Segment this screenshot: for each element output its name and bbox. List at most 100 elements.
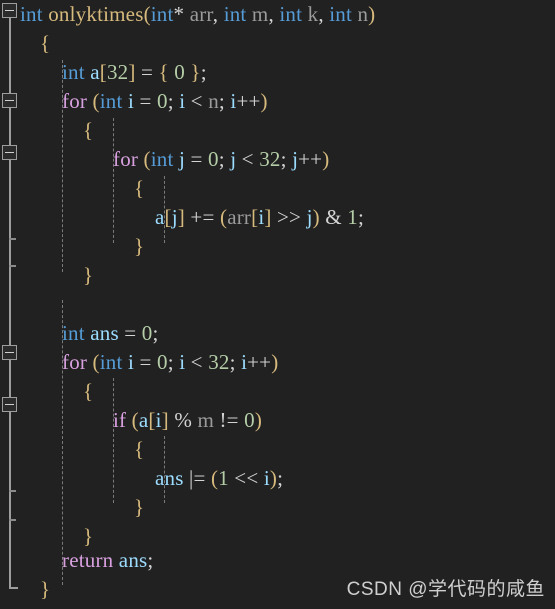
token-param-m: m (197, 408, 215, 432)
code-line-2[interactable]: { (40, 29, 50, 58)
token-number-32: 32 (106, 60, 129, 84)
token-init-brace-open: { (158, 60, 169, 84)
token-param-n: n (352, 2, 369, 26)
token-param-n: n (208, 89, 219, 113)
code-line-13[interactable]: for (int i = 0; i < 32; i++) (62, 348, 278, 377)
token-keyword-for: for (113, 147, 139, 171)
token-number-0: 0 (244, 408, 255, 432)
token-keyword-int: int (150, 147, 174, 171)
code-line-7[interactable]: { (134, 174, 144, 203)
token-keyword-int: int (62, 321, 85, 345)
token-bracket-close: ] (177, 205, 185, 229)
token-var-j: j (173, 147, 186, 171)
token-var-i: i (122, 350, 135, 374)
token-paren-open: ( (138, 147, 151, 171)
token-brace-open-function: { (40, 31, 51, 55)
code-line-20[interactable]: return ans; (62, 546, 153, 575)
token-var-i: i (122, 89, 135, 113)
token-paren-close: ) (312, 205, 320, 229)
token-brace-open-if: { (134, 437, 145, 461)
token-param-k: k (302, 2, 319, 26)
token-paren-close: ) (260, 89, 268, 113)
token-paren-close: ) (322, 147, 330, 171)
token-number-1: 1 (347, 205, 358, 229)
token-function-name: onlyktimes (42, 2, 144, 26)
token-comma-1: , (212, 2, 224, 26)
token-assign: = (185, 147, 208, 171)
token-semicolon: ; (152, 321, 159, 345)
token-number-0: 0 (168, 60, 191, 84)
token-param-arr: arr (184, 2, 213, 26)
token-paren-open: ( (87, 89, 100, 113)
code-line-6[interactable]: for (int j = 0; j < 32; j++) (113, 145, 329, 174)
code-line-16[interactable]: { (134, 435, 144, 464)
code-editor[interactable]: int onlyktimes(int* arr, int m, int k, i… (0, 0, 555, 609)
code-line-1[interactable]: int onlyktimes(int* arr, int m, int k, i… (20, 0, 375, 29)
token-assign: = (135, 60, 159, 84)
token-keyword-int: int (20, 2, 43, 26)
token-paren-open: ( (126, 408, 139, 432)
code-line-9[interactable]: } (134, 232, 144, 261)
token-less-than: < (185, 350, 209, 374)
token-brace-close-for-ans: } (83, 524, 94, 548)
token-semicolon: ; (147, 548, 154, 572)
code-line-4[interactable]: for (int i = 0; i < n; i++) (62, 87, 268, 116)
token-param-arr: arr (227, 205, 252, 229)
token-paren-close: ) (271, 350, 279, 374)
token-keyword-int: int (99, 89, 123, 113)
token-comma-2: , (268, 2, 280, 26)
token-bracket-close: ] (128, 60, 136, 84)
token-brace-close-function: } (40, 577, 51, 601)
token-semicolon-2: ; (218, 89, 231, 113)
token-comma-3: , (318, 2, 330, 26)
token-keyword-for: for (62, 350, 88, 374)
token-assign: = (118, 321, 142, 345)
token-keyword-if: if (113, 408, 127, 432)
code-line-3[interactable]: int a[32] = { 0 }; (62, 58, 207, 87)
token-less-than: < (185, 89, 209, 113)
token-var-a: a (138, 408, 149, 432)
token-keyword-int-2: int (150, 2, 174, 26)
code-line-14[interactable]: { (83, 377, 93, 406)
token-var-ans: ans (155, 466, 184, 490)
code-line-10[interactable]: } (83, 261, 93, 290)
code-line-17[interactable]: ans |= (1 << i); (155, 464, 283, 493)
code-line-12[interactable]: int ans = 0; (62, 319, 159, 348)
token-paren-open: ( (143, 2, 151, 26)
token-number-0: 0 (207, 147, 219, 171)
token-paren-close: ) (254, 408, 263, 432)
token-less-than: < (236, 147, 260, 171)
code-line-15[interactable]: if (a[i] % m != 0) (113, 406, 262, 435)
token-keyword-int: int (62, 60, 85, 84)
token-semicolon: ; (277, 466, 284, 490)
token-var-ans: ans (84, 321, 119, 345)
token-shift-right: >> (271, 205, 307, 229)
token-number-0: 0 (156, 89, 168, 113)
token-number-32: 32 (208, 350, 230, 374)
token-var-ans: ans (113, 548, 148, 572)
token-bracket-close: ] (161, 408, 169, 432)
token-keyword-int: int (99, 350, 123, 374)
token-brace-close-for-outer: } (83, 263, 94, 287)
csdn-watermark: CSDN @学代码的咸鱼 (346, 579, 545, 600)
code-line-5[interactable]: { (83, 116, 93, 145)
token-shift-left: << (228, 466, 264, 490)
token-param-m: m (246, 2, 269, 26)
token-plus-assign: += (184, 205, 220, 229)
token-number-0: 0 (156, 350, 168, 374)
token-or-assign: |= (183, 466, 211, 490)
token-bracket-open: [ (164, 205, 172, 229)
token-var-a: a (155, 205, 165, 229)
code-line-18[interactable]: } (134, 493, 144, 522)
token-increment: ++ (298, 147, 323, 171)
token-number-0: 0 (141, 321, 153, 345)
code-line-8[interactable]: a[j] += (arr[i] >> j) & 1; (155, 203, 364, 232)
token-paren-close: ) (368, 2, 376, 26)
token-semicolon-2: ; (229, 350, 242, 374)
token-init-brace-close: } (190, 60, 201, 84)
token-number-1: 1 (218, 466, 229, 490)
code-content[interactable]: int onlyktimes(int* arr, int m, int k, i… (0, 0, 555, 609)
code-line-21[interactable]: } (40, 575, 50, 604)
token-assign: = (134, 89, 157, 113)
token-assign: = (134, 350, 157, 374)
